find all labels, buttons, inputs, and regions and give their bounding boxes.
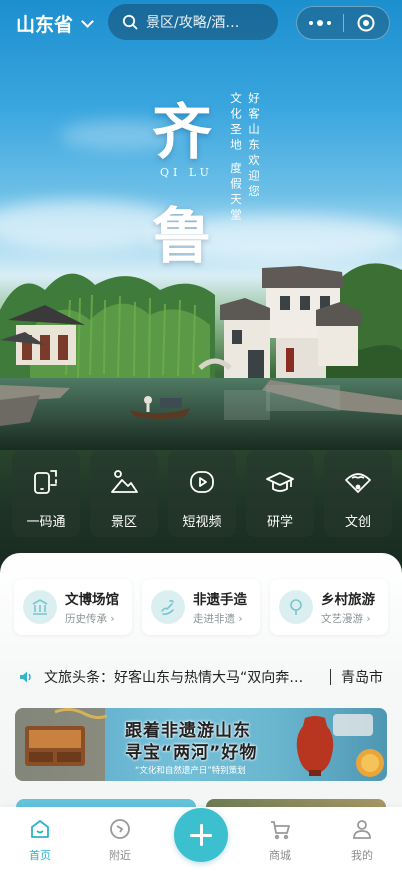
ticker-headline[interactable]: 文旅头条：好客山东与热情大马“双向奔…	[44, 667, 322, 687]
category-subtitle: 走进非遗	[193, 611, 247, 626]
province-selector[interactable]: 山东省	[16, 10, 94, 37]
category-title: 非遗手造	[193, 592, 247, 608]
category-title: 文博场馆	[65, 592, 119, 608]
banner-title-line2: 寻宝“两河”好物	[125, 743, 258, 763]
service-label: 一码通	[26, 515, 66, 530]
user-icon	[353, 820, 371, 839]
top-bar: 山东省 景区/攻略/酒…	[0, 0, 402, 46]
brand-pinyin: QI LU	[160, 166, 213, 179]
category-museum[interactable]: 文博场馆 历史传承	[14, 579, 132, 635]
home-icon	[31, 820, 49, 838]
museum-icon	[23, 590, 57, 624]
tab-mine[interactable]: 我的	[332, 817, 392, 863]
category-row: 文博场馆 历史传承 非遗手造 走进非遗 乡村旅游 文艺漫游	[14, 579, 388, 635]
tab-label: 商城	[269, 849, 291, 862]
province-label: 山东省	[16, 14, 74, 36]
plus-icon-v	[199, 824, 203, 846]
service-study[interactable]: 研学	[246, 451, 314, 537]
category-subtitle: 历史传承	[65, 611, 119, 626]
search-icon	[122, 14, 138, 30]
speaker-icon	[20, 671, 31, 683]
mini-program-capsule	[296, 6, 390, 40]
category-heritage-craft[interactable]: 非遗手造 走进非遗	[142, 579, 260, 635]
scenic-mountain-icon	[111, 470, 138, 493]
compass-icon	[110, 819, 130, 839]
search-placeholder: 景区/攻略/酒…	[146, 15, 240, 31]
tab-label: 首页	[29, 849, 51, 862]
more-options-icon[interactable]	[297, 20, 343, 26]
service-label: 文创	[344, 515, 371, 530]
service-label: 景区	[110, 515, 137, 530]
tree-icon	[279, 590, 313, 624]
brand-char-qi: 齐	[152, 98, 212, 168]
category-rural-tour[interactable]: 乡村旅游 文艺漫游	[270, 579, 388, 635]
scan-code-icon	[34, 470, 57, 494]
service-label: 研学	[266, 515, 293, 530]
slogan-welcome: 好客山东欢迎您	[247, 92, 261, 201]
chevron-down-icon	[81, 14, 94, 28]
promo-banner[interactable]: 跟着非遗游山东 寻宝“两河”好物 “文化和自然遗产日”特别策划	[15, 708, 387, 781]
category-subtitle: 文艺漫游	[321, 611, 375, 626]
ticker-divider	[330, 669, 331, 685]
hand-craft-icon	[151, 590, 185, 624]
city-selector[interactable]: 青岛市	[341, 667, 383, 687]
close-target-icon[interactable]	[343, 14, 389, 32]
banner-subtitle: “文化和自然遗产日”特别策划	[135, 766, 246, 776]
cart-icon	[271, 821, 290, 840]
tab-label: 我的	[351, 849, 373, 862]
category-title: 乡村旅游	[321, 592, 375, 608]
service-scenic[interactable]: 景区	[90, 451, 158, 537]
brand-char-lu: 鲁	[152, 202, 212, 272]
service-qrcode[interactable]: 一码通	[12, 451, 80, 537]
tab-mall[interactable]: 商城	[250, 817, 310, 863]
graduation-cap-icon	[266, 472, 294, 492]
slogan-culture: 文化圣地 度假天堂	[229, 92, 243, 224]
tab-home[interactable]: 首页	[10, 817, 70, 863]
service-grid: 一码通 景区 短视频 研学 文创	[12, 451, 392, 537]
fan-icon	[345, 473, 371, 493]
tab-nearby[interactable]: 附近	[90, 817, 150, 863]
scenery-illustration	[0, 263, 402, 450]
service-creative[interactable]: 文创	[324, 451, 392, 537]
service-label: 短视频	[182, 515, 222, 530]
tab-label: 附近	[109, 849, 131, 862]
video-play-icon	[190, 471, 214, 493]
search-bar[interactable]: 景区/攻略/酒…	[108, 4, 278, 40]
news-ticker[interactable]: 文旅头条：好客山东与热情大马“双向奔… 青岛市	[18, 666, 390, 688]
service-video[interactable]: 短视频	[168, 451, 236, 537]
publish-plus-button[interactable]	[174, 808, 228, 862]
